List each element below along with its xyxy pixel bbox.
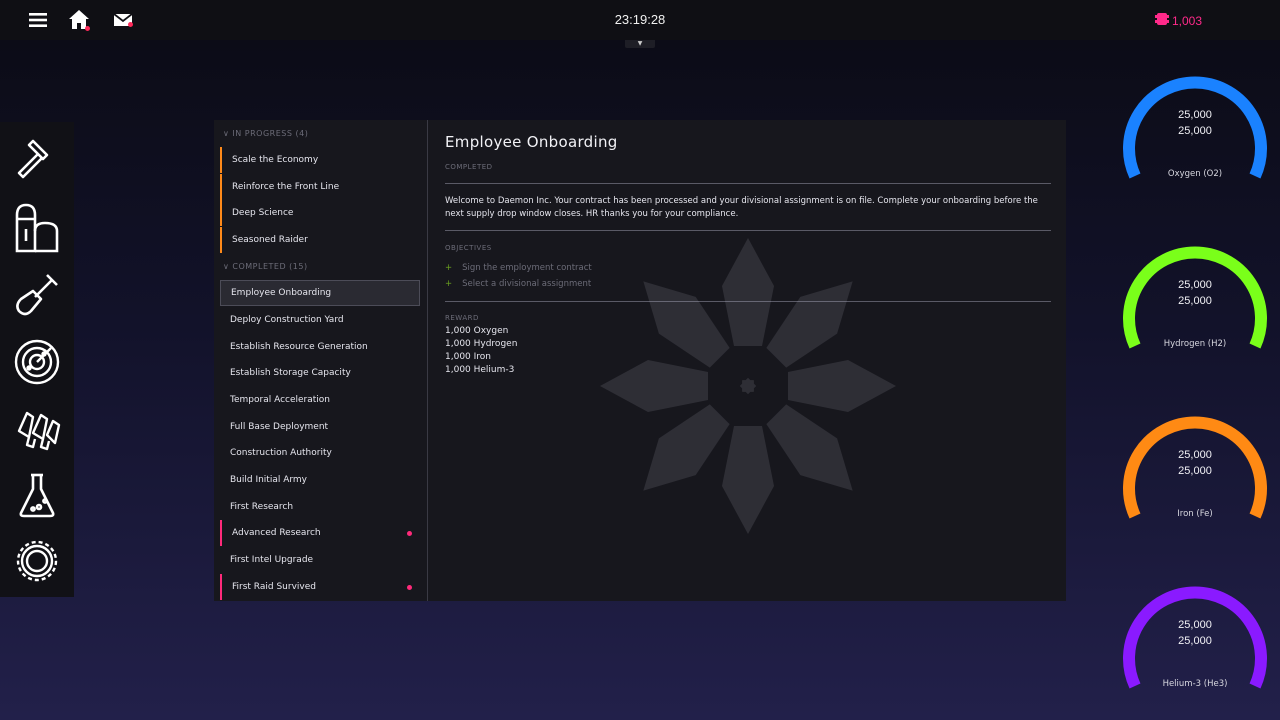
quest-item[interactable]: Deep Science — [220, 200, 420, 226]
quest-item[interactable]: Deploy Construction Yard — [220, 307, 420, 333]
gauge-capacity-value: 25,000 — [1178, 465, 1212, 477]
reward-header: REWARD — [445, 314, 479, 322]
gauge-label: Iron (Fe) — [1177, 509, 1213, 519]
credits-icon — [1154, 12, 1170, 29]
quest-title: Employee Onboarding — [445, 133, 618, 151]
gauge-label: Hydrogen (H2) — [1163, 339, 1227, 349]
quest-list: ∨ IN PROGRESS (4) Scale the Economy Rein… — [214, 120, 428, 601]
objective-item: + Sign the employment contract — [445, 263, 592, 273]
quest-item-selected[interactable]: Employee Onboarding — [220, 280, 420, 306]
iron-gauge: 25,000 25,000 Iron (Fe) — [1122, 395, 1267, 535]
quest-panel: ∨ IN PROGRESS (4) Scale the Economy Rein… — [214, 120, 1066, 601]
quest-item[interactable]: Full Base Deployment — [220, 414, 420, 440]
reward-item: 1,000 Hydrogen — [445, 339, 518, 349]
quest-description: Welcome to Daemon Inc. Your contract has… — [445, 196, 1038, 219]
gauge-label: Helium-3 (He3) — [1162, 679, 1228, 689]
hammer-icon[interactable] — [12, 134, 62, 184]
plus-icon: + — [445, 263, 453, 273]
helium3-gauge: 25,000 25,000 Helium-3 (He3) — [1122, 565, 1267, 705]
silo-icon[interactable] — [12, 202, 62, 253]
gauge-current-value: 25,000 — [1178, 279, 1212, 291]
quest-item[interactable]: Temporal Acceleration — [220, 387, 420, 413]
quest-status: COMPLETED — [445, 163, 493, 171]
gauge-capacity-value: 25,000 — [1178, 635, 1212, 647]
reward-item: 1,000 Iron — [445, 352, 491, 362]
currency-display[interactable]: 1,003 — [1154, 12, 1202, 29]
quest-item[interactable]: Seasoned Raider — [220, 227, 420, 253]
reward-item: 1,000 Helium-3 — [445, 365, 515, 375]
quest-item[interactable]: First Research — [220, 494, 420, 520]
quest-item[interactable]: Establish Storage Capacity — [220, 360, 420, 386]
hydrogen-gauge: 25,000 25,000 Hydrogen (H2) — [1122, 225, 1267, 365]
reward-item: 1,000 Oxygen — [445, 326, 509, 336]
top-bar: 23:19:28 1,003 — [0, 0, 1280, 40]
gauge-label: Oxygen (O2) — [1167, 169, 1223, 179]
gauge-current-value: 25,000 — [1178, 109, 1212, 121]
objectives-header: OBJECTIVES — [445, 244, 492, 252]
quest-item[interactable]: First Intel Upgrade — [220, 547, 420, 573]
oxygen-gauge: 25,000 25,000 Oxygen (O2) — [1122, 55, 1267, 195]
gauge-current-value: 25,000 — [1178, 619, 1212, 631]
dropdown-handle[interactable]: ▼ — [625, 40, 655, 48]
gear-icon[interactable] — [12, 536, 62, 586]
clock: 23:19:28 — [614, 12, 666, 27]
ammo-icon[interactable] — [12, 404, 62, 454]
objective-item: + Select a divisional assignment — [445, 279, 592, 289]
quest-item[interactable]: Build Initial Army — [220, 467, 420, 493]
quest-item[interactable]: Establish Resource Generation — [220, 334, 420, 360]
divider — [445, 230, 1051, 231]
in-progress-header[interactable]: ∨ IN PROGRESS (4) — [223, 129, 308, 138]
quest-item[interactable]: Advanced Research — [220, 520, 420, 546]
divider — [445, 301, 1051, 302]
plus-icon: + — [445, 279, 453, 289]
left-toolbar — [0, 122, 74, 597]
divider — [445, 183, 1051, 184]
completed-header[interactable]: ∨ COMPLETED (15) — [223, 262, 308, 271]
shovel-icon[interactable] — [12, 270, 62, 320]
quest-item[interactable]: First Raid Survived — [220, 574, 420, 600]
gauge-capacity-value: 25,000 — [1178, 125, 1212, 137]
gauge-current-value: 25,000 — [1178, 449, 1212, 461]
quest-detail: Employee Onboarding COMPLETED Welcome to… — [445, 120, 1051, 601]
gauge-capacity-value: 25,000 — [1178, 295, 1212, 307]
new-indicator-dot — [407, 585, 412, 590]
currency-value: 1,003 — [1171, 13, 1202, 28]
radar-icon[interactable] — [12, 337, 62, 387]
new-indicator-dot — [407, 531, 412, 536]
quest-item[interactable]: Reinforce the Front Line — [220, 174, 420, 200]
quest-item[interactable]: Scale the Economy — [220, 147, 420, 173]
flask-icon[interactable] — [12, 470, 62, 520]
quest-item[interactable]: Construction Authority — [220, 440, 420, 466]
